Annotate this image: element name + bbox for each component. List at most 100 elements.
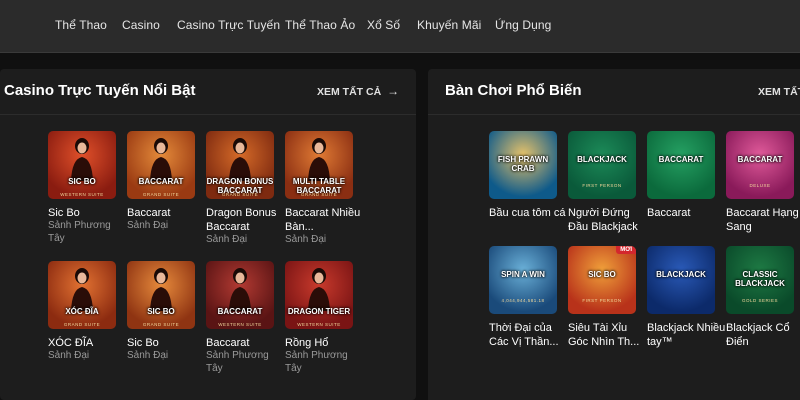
game-thumbnail[interactable]: BACCARAT bbox=[647, 131, 715, 199]
game-provider: Sảnh Đại bbox=[285, 234, 327, 245]
game-thumbnail[interactable]: BACCARAT DELUXE bbox=[726, 131, 794, 199]
game-thumbnail[interactable]: BLACKJACK FIRST PERSON bbox=[568, 131, 636, 199]
game-name[interactable]: Baccarat bbox=[647, 206, 727, 220]
game-name[interactable]: Baccarat bbox=[206, 336, 286, 350]
see-all-label: XEM TẤT CẢ bbox=[317, 86, 382, 98]
game-tile[interactable]: CLASSIC BLACKJACK GOLD SERIES Blackjack Cổ… bbox=[726, 246, 800, 361]
game-tile[interactable]: XÓC ĐĨA GRAND SUITE XÓC ĐĨA Sảnh Đại bbox=[48, 261, 122, 376]
game-logo-subtitle: WESTERN SUITE bbox=[218, 322, 262, 327]
game-thumbnail[interactable]: BACCARAT WESTERN SUITE bbox=[206, 261, 274, 329]
game-thumbnail[interactable]: DRAGON BONUS BACCARAT GRAND SUITE bbox=[206, 131, 274, 199]
thumbnail-background bbox=[647, 131, 715, 199]
game-name[interactable]: Sic Bo bbox=[48, 206, 128, 220]
game-tile[interactable]: DRAGON TIGER WESTERN SUITE Rồng Hổ Sảnh Phư… bbox=[285, 261, 359, 376]
game-name[interactable]: Blackjack Nhiều tay™ bbox=[647, 321, 727, 349]
game-logo-subtitle: FIRST PERSON bbox=[582, 298, 622, 303]
popular-tables-panel: Bàn Chơi Phổ Biến XEM TẤT CẢ→ FISH PRAWN… bbox=[428, 69, 800, 400]
game-provider: Sảnh Phương Tây bbox=[285, 350, 348, 374]
spacer-band bbox=[0, 53, 800, 69]
dealer-figure-icon bbox=[71, 138, 93, 181]
dealer-figure-icon bbox=[308, 138, 330, 181]
game-name[interactable]: XÓC ĐĨA bbox=[48, 336, 128, 350]
game-logo-text: DRAGON TIGER bbox=[287, 307, 351, 316]
game-thumbnail[interactable]: XÓC ĐĨA GRAND SUITE bbox=[48, 261, 116, 329]
game-tile[interactable]: BLACKJACK Blackjack Nhiều tay™ bbox=[647, 246, 725, 361]
game-thumbnail[interactable]: SIC BO WESTERN SUITE bbox=[48, 131, 116, 199]
popular-see-all-link[interactable]: XEM TẤT CẢ→ bbox=[758, 84, 800, 98]
dealer-figure-icon bbox=[71, 268, 93, 311]
game-thumbnail[interactable]: SPIN A WIN 4,044,944,581.18 bbox=[489, 246, 557, 314]
thumbnail-background bbox=[489, 246, 557, 314]
see-all-label: XEM TẤT CẢ bbox=[758, 86, 800, 98]
game-logo-subtitle: GRAND SUITE bbox=[221, 192, 259, 197]
game-name[interactable]: Baccarat Nhiều Bàn... bbox=[285, 206, 365, 234]
nav-item-xo-so[interactable]: Xổ Số bbox=[367, 18, 400, 32]
nav-item-casino[interactable]: Casino bbox=[122, 18, 160, 32]
game-tile[interactable]: BACCARAT GRAND SUITE Baccarat Sảnh Đại bbox=[127, 131, 201, 246]
game-name[interactable]: Bầu cua tôm cá bbox=[489, 206, 569, 220]
game-name[interactable]: Baccarat bbox=[127, 206, 207, 220]
nav-item-khuyen-mai[interactable]: Khuyến Mãi bbox=[417, 18, 481, 32]
game-tile[interactable]: SIC BO FIRST PERSON MỚI Siêu Tài Xỉu Góc Nh… bbox=[568, 246, 642, 361]
game-logo-subtitle: WESTERN SUITE bbox=[60, 192, 104, 197]
game-tile[interactable]: FISH PRAWN CRAB Bầu cua tôm cá bbox=[489, 131, 565, 246]
nav-item-casino-truc-tuyen[interactable]: Casino Trực Tuyến bbox=[177, 18, 280, 32]
dealer-figure-icon bbox=[229, 268, 251, 311]
game-provider: Sảnh Đại bbox=[127, 220, 169, 231]
thumbnail-background bbox=[726, 131, 794, 199]
nav-item-ung-dung[interactable]: Ứng Dụng bbox=[495, 18, 551, 32]
game-tile[interactable]: BACCARAT Baccarat bbox=[647, 131, 721, 246]
thumbnail-background bbox=[568, 246, 636, 314]
game-name[interactable]: Rồng Hổ bbox=[285, 336, 365, 350]
game-tile[interactable]: SPIN A WIN 4,044,944,581.18 Thời Đại của C… bbox=[489, 246, 563, 361]
game-tile[interactable]: BLACKJACK FIRST PERSON Người Đứng Đầu Blac… bbox=[568, 131, 642, 246]
arrow-right-icon: → bbox=[387, 84, 400, 98]
game-logo-text: BLACKJACK bbox=[656, 270, 706, 279]
game-thumbnail[interactable]: SIC BO FIRST PERSON MỚI bbox=[568, 246, 636, 314]
game-tile[interactable]: BACCARAT DELUXE Baccarat Hạng Sang bbox=[726, 131, 800, 246]
game-logo-text: FISH PRAWN CRAB bbox=[497, 155, 549, 173]
game-logo-text: SIC BO bbox=[147, 307, 175, 316]
game-tile[interactable]: SIC BO GRAND SUITE Sic Bo Sảnh Đại bbox=[127, 261, 201, 376]
game-name[interactable]: Baccarat Hạng Sang bbox=[726, 206, 800, 234]
dealer-figure-icon bbox=[150, 138, 172, 181]
dealer-figure-icon bbox=[150, 268, 172, 311]
game-thumbnail[interactable]: DRAGON TIGER WESTERN SUITE bbox=[285, 261, 353, 329]
game-logo-text: SIC BO bbox=[588, 270, 616, 279]
game-logo-text: BACCARAT bbox=[138, 177, 184, 186]
game-tile[interactable]: MULTI TABLE BACCARAT GRAND SUITE Baccarat … bbox=[285, 131, 360, 246]
game-tile[interactable]: DRAGON BONUS BACCARAT GRAND SUITE Dragon B… bbox=[206, 131, 280, 246]
game-name[interactable]: Thời Đại của Các Vị Thần... bbox=[489, 321, 569, 349]
game-tile[interactable]: SIC BO WESTERN SUITE Sic Bo Sảnh Phương Tây bbox=[48, 131, 122, 246]
featured-panel-title: Casino Trực Tuyến Nổi Bật bbox=[4, 82, 196, 99]
game-provider: Sảnh Đại bbox=[206, 234, 248, 245]
game-thumbnail[interactable]: FISH PRAWN CRAB bbox=[489, 131, 557, 199]
game-logo-text: BLACKJACK bbox=[577, 155, 627, 164]
game-logo-text: BACCARAT bbox=[217, 307, 263, 316]
game-logo-text: BACCARAT bbox=[737, 155, 783, 164]
game-name[interactable]: Người Đứng Đầu Blackjack bbox=[568, 206, 648, 234]
game-name[interactable]: Siêu Tài Xỉu Góc Nhìn Th... bbox=[568, 321, 648, 349]
game-logo-text: CLASSIC BLACKJACK bbox=[735, 270, 785, 288]
game-thumbnail[interactable]: MULTI TABLE BACCARAT GRAND SUITE bbox=[285, 131, 353, 199]
game-logo-text: SPIN A WIN bbox=[501, 270, 545, 279]
game-thumbnail[interactable]: BACCARAT GRAND SUITE bbox=[127, 131, 195, 199]
game-logo-subtitle: GRAND SUITE bbox=[142, 322, 180, 327]
game-logo-subtitle: WESTERN SUITE bbox=[297, 322, 341, 327]
game-thumbnail[interactable]: SIC BO GRAND SUITE bbox=[127, 261, 195, 329]
nav-item-the-thao-ao[interactable]: Thể Thao Ảo bbox=[285, 18, 355, 32]
nav-item-the-thao[interactable]: Thể Thao bbox=[55, 18, 107, 32]
featured-see-all-link[interactable]: XEM TẤT CẢ → bbox=[317, 84, 399, 98]
game-name[interactable]: Blackjack Cổ Điển bbox=[726, 321, 800, 349]
game-name[interactable]: Dragon Bonus Baccarat bbox=[206, 206, 286, 234]
game-logo-subtitle: DELUXE bbox=[749, 183, 771, 188]
game-thumbnail[interactable]: CLASSIC BLACKJACK GOLD SERIES bbox=[726, 246, 794, 314]
game-thumbnail[interactable]: BLACKJACK bbox=[647, 246, 715, 314]
game-tile[interactable]: BACCARAT WESTERN SUITE Baccarat Sảnh Phương… bbox=[206, 261, 280, 376]
game-name[interactable]: Sic Bo bbox=[127, 336, 207, 350]
popular-panel-title: Bàn Chơi Phổ Biến bbox=[445, 82, 582, 99]
game-provider: Sảnh Phương Tây bbox=[48, 220, 111, 244]
game-logo-subtitle: GRAND SUITE bbox=[63, 322, 101, 327]
game-provider: Sảnh Đại bbox=[48, 350, 90, 361]
game-provider: Sảnh Phương Tây bbox=[206, 350, 269, 374]
